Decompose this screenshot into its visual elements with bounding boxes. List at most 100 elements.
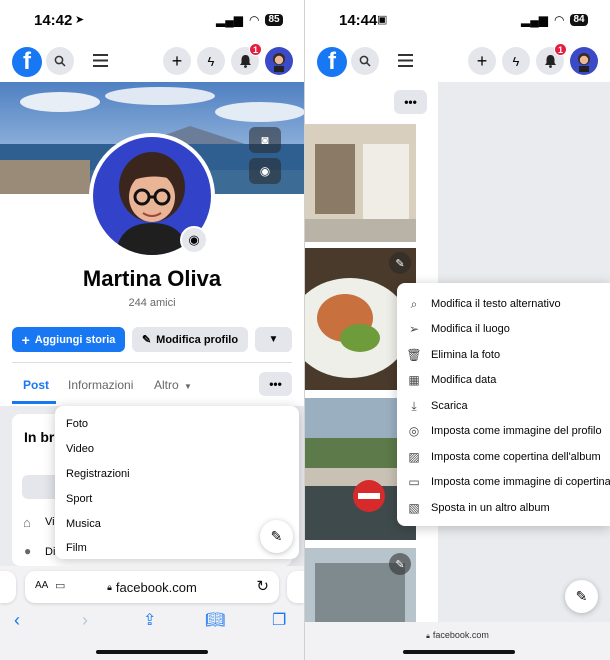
add-story-button[interactable]: + Aggiungi storia xyxy=(12,327,125,352)
tab-post[interactable]: Post xyxy=(23,378,49,392)
search-icon xyxy=(54,55,66,67)
text-size-button[interactable]: AA xyxy=(35,580,48,591)
logo-letter: f xyxy=(23,48,31,75)
forward-icon[interactable]: › xyxy=(82,610,88,631)
storefront-photo xyxy=(305,124,416,242)
tab-altro[interactable]: Altro ▼ xyxy=(154,378,192,392)
cover-sticker-button[interactable]: ◙ xyxy=(249,127,281,153)
menu-item-film[interactable]: Film xyxy=(66,542,87,554)
pencil-icon: ✎ xyxy=(395,558,405,571)
profile-avatar-button[interactable] xyxy=(570,47,598,75)
address-bar[interactable]: AA ▭ 🔒︎ facebook.com ↻ xyxy=(25,571,279,603)
create-button[interactable]: + xyxy=(468,47,496,75)
menu-item-delete-photo[interactable]: 🗑︎ Elimina la foto xyxy=(406,348,501,362)
divider xyxy=(12,362,292,363)
menu-item-label: Modifica data xyxy=(431,374,497,386)
active-tab-indicator xyxy=(12,401,56,404)
home-icon: ⌂ xyxy=(23,515,31,530)
menu-item-video[interactable]: Video xyxy=(66,443,94,455)
menu-item-label: Modifica il luogo xyxy=(431,323,510,335)
location-arrow-icon: ➢ xyxy=(408,322,420,336)
cover-camera-button[interactable]: ◉ xyxy=(249,158,281,184)
menu-item-registrazioni[interactable]: Registrazioni xyxy=(66,468,130,480)
menu-item-label: Sposta in un altro album xyxy=(431,502,550,514)
reader-icon[interactable]: ▭ xyxy=(55,579,65,592)
profile-avatar-button[interactable] xyxy=(265,47,293,75)
more-options-button[interactable]: ▼ xyxy=(255,327,292,352)
browser-toolbar-minimized xyxy=(305,622,610,660)
search-button[interactable] xyxy=(46,47,74,75)
tabs-more-button[interactable]: ••• xyxy=(259,372,292,396)
menu-item-musica[interactable]: Musica xyxy=(66,518,101,530)
wifi-icon: ◠ xyxy=(553,13,565,27)
menu-item-set-profile-picture[interactable]: ◎ Imposta come immagine del profilo xyxy=(407,424,602,438)
menu-item-set-cover-photo[interactable]: ▭ Imposta come immagine di copertina xyxy=(407,475,610,489)
logo-letter: f xyxy=(328,48,336,75)
friends-count[interactable]: 244 amici xyxy=(0,297,304,309)
plus-icon: + xyxy=(21,331,30,348)
tab-informazioni[interactable]: Informazioni xyxy=(68,378,133,392)
home-indicator xyxy=(96,650,208,654)
menu-item-foto[interactable]: Foto xyxy=(66,418,88,430)
info-row-from: Di xyxy=(45,546,56,558)
reload-icon[interactable]: ↻ xyxy=(256,577,269,595)
menu-button[interactable] xyxy=(93,54,108,72)
photo-thumbnail[interactable] xyxy=(305,124,416,242)
home-indicator xyxy=(403,650,515,654)
plus-icon: + xyxy=(476,50,488,71)
tabs-icon[interactable]: ❐ xyxy=(272,610,286,630)
map-pin-icon: ● xyxy=(24,544,32,558)
compose-icon: ✎ xyxy=(270,528,283,544)
messenger-button[interactable]: ϟ xyxy=(197,47,225,75)
url-text: facebook.com xyxy=(115,579,197,595)
avatar-image xyxy=(578,53,590,72)
camera-icon: ◉ xyxy=(188,232,200,247)
menu-item-label: Elimina la foto xyxy=(431,349,501,361)
move-album-icon: ▧ xyxy=(408,501,420,515)
ellipsis-icon: ••• xyxy=(269,377,282,391)
left-screen: 14:42 ➤ ▂▄▆ ◠ 85 f + ϟ 1 ◙ ◉ ◉ Martina O… xyxy=(0,0,304,660)
address-bar-compact[interactable]: 🔒︎ facebook.com xyxy=(305,630,610,641)
battery-indicator: 85 xyxy=(265,14,283,26)
search-icon: ⌕ xyxy=(410,296,418,311)
facebook-logo[interactable]: f xyxy=(317,47,347,77)
status-time: 14:44 xyxy=(339,12,378,29)
battery-indicator: 84 xyxy=(570,14,588,26)
menu-item-sport[interactable]: Sport xyxy=(66,493,92,505)
menu-item-edit-alt-text[interactable]: ⌕ Modifica il testo alternativo xyxy=(407,297,561,311)
pencil-icon: ✎ xyxy=(395,257,405,270)
ellipsis-icon: ••• xyxy=(404,95,417,109)
share-icon[interactable]: ⇪ xyxy=(143,610,156,630)
menu-button[interactable] xyxy=(398,54,413,72)
menu-item-label: Modifica il testo alternativo xyxy=(431,298,561,310)
lock-icon: 🔒︎ xyxy=(107,581,112,592)
messenger-button[interactable]: ϟ xyxy=(502,47,530,75)
create-button[interactable]: + xyxy=(163,47,191,75)
signal-icon: ▂▄▆ xyxy=(521,13,548,27)
wifi-icon: ◠ xyxy=(248,13,260,27)
photo-edit-button[interactable]: ✎ xyxy=(389,553,411,575)
compose-button[interactable]: ✎ xyxy=(260,520,293,553)
previous-tab-edge[interactable] xyxy=(0,571,16,603)
menu-item-download[interactable]: ⤓ Scarica xyxy=(407,399,468,413)
next-tab-edge[interactable] xyxy=(287,571,304,603)
profile-camera-button[interactable]: ◉ xyxy=(180,226,208,254)
menu-item-label: Scarica xyxy=(431,400,468,412)
edit-profile-button[interactable]: ✎ Modifica profilo xyxy=(132,327,248,352)
album-cover-icon: ▨ xyxy=(408,450,420,464)
bookmarks-icon[interactable]: 📖︎ xyxy=(205,610,225,630)
hamburger-icon xyxy=(93,54,108,67)
menu-item-edit-date[interactable]: ▦ Modifica data xyxy=(407,373,496,387)
facebook-logo[interactable]: f xyxy=(12,47,42,77)
plus-icon: + xyxy=(171,50,183,71)
back-icon[interactable]: ‹ xyxy=(14,610,20,631)
menu-item-edit-location[interactable]: ➢ Modifica il luogo xyxy=(407,322,510,336)
menu-item-move-album[interactable]: ▧ Sposta in un altro album xyxy=(407,501,550,515)
photo-edit-button[interactable]: ✎ xyxy=(389,252,411,274)
search-button[interactable] xyxy=(351,47,379,75)
menu-item-set-album-cover[interactable]: ▨ Imposta come copertina dell'album xyxy=(407,450,600,464)
bell-icon xyxy=(544,55,556,68)
photo-context-menu: ⌕ Modifica il testo alternativo ➢ Modifica… xyxy=(397,283,610,526)
compose-button[interactable]: ✎ xyxy=(565,580,598,613)
album-more-button[interactable]: ••• xyxy=(394,90,427,114)
